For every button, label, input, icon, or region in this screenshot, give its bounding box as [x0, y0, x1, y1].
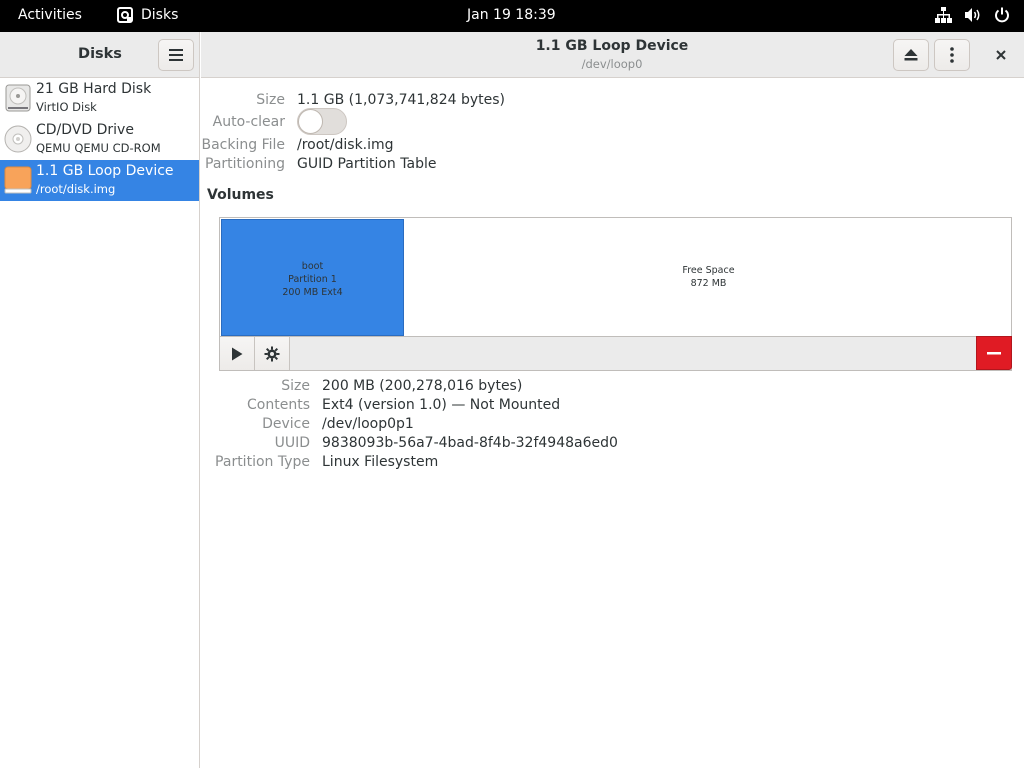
free-space-size: 872 MB: [690, 278, 727, 289]
sidebar-header: Disks: [0, 32, 199, 78]
volume-map: boot Partition 1 200 MB Ext4 Free Space …: [219, 217, 1012, 337]
free-space-block[interactable]: Free Space 872 MB: [406, 219, 1011, 336]
volume-toolbar: [219, 336, 1012, 371]
system-tray[interactable]: [935, 7, 1010, 23]
content-header: 1.1 GB Loop Device /dev/loop0: [201, 32, 1024, 78]
disk-subtitle: QEMU QEMU CD-ROM: [36, 141, 161, 155]
disk-name: 21 GB Hard Disk: [36, 81, 152, 97]
more-options-icon: [950, 47, 954, 63]
eject-button[interactable]: [893, 39, 929, 71]
partition-boot-block[interactable]: boot Partition 1 200 MB Ext4: [221, 219, 404, 336]
autoclear-toggle[interactable]: [297, 108, 347, 135]
drive-size-label: Size: [256, 92, 285, 108]
delete-partition-button[interactable]: [976, 336, 1012, 370]
partition-type-label: Partition Type: [215, 454, 310, 470]
network-icon: [935, 7, 952, 23]
partition-options-button[interactable]: [255, 337, 290, 370]
optical-drive-icon: [4, 125, 32, 153]
sidebar: Disks 21 GB Hard Disk VirtIO Disk CD/DVD…: [0, 32, 200, 768]
sidebar-item-hard-disk[interactable]: 21 GB Hard Disk VirtIO Disk: [0, 78, 199, 119]
partition-uuid-value: 9838093b-56a7-4bad-8f4b-32f4948a6ed0: [322, 435, 618, 451]
partition-size-label: Size: [281, 378, 310, 394]
sidebar-item-cd-dvd-drive[interactable]: CD/DVD Drive QEMU QEMU CD-ROM: [0, 119, 199, 160]
play-icon: [232, 347, 243, 360]
hard-disk-icon: [5, 84, 31, 112]
disk-name: 1.1 GB Loop Device: [36, 163, 174, 179]
disk-name: CD/DVD Drive: [36, 122, 134, 138]
disks-app-icon: [117, 7, 133, 23]
partition-device-label: Device: [262, 416, 310, 432]
gear-icon: [264, 346, 280, 361]
disks-window: Disks 21 GB Hard Disk VirtIO Disk CD/DVD…: [0, 32, 1024, 768]
volume-icon: [965, 8, 980, 22]
partition-device-value: /dev/loop0p1: [322, 416, 414, 432]
partitioning-label: Partitioning: [205, 156, 285, 172]
minus-icon: [987, 351, 1001, 354]
partition-size-value: 200 MB (200,278,016 bytes): [322, 378, 523, 394]
eject-icon: [904, 49, 918, 61]
main-menu-button[interactable]: [158, 39, 194, 71]
partition-contents-value: Ext4 (version 1.0) — Not Mounted: [322, 397, 561, 413]
power-icon: [995, 7, 1009, 23]
hamburger-menu-icon: [169, 49, 183, 61]
partition-uuid-label: UUID: [274, 435, 310, 451]
volumes-heading: Volumes: [207, 187, 274, 203]
partitioning-value: GUID Partition Table: [297, 156, 437, 172]
disk-subtitle: /root/disk.img: [36, 182, 116, 196]
free-space-label: Free Space: [682, 265, 735, 276]
backing-file-value: /root/disk.img: [297, 137, 394, 153]
sidebar-item-loop-device[interactable]: 1.1 GB Loop Device /root/disk.img: [0, 160, 199, 201]
activities-button[interactable]: Activities: [18, 7, 82, 23]
app-name: Disks: [141, 7, 179, 23]
autoclear-label: Auto-clear: [212, 114, 285, 130]
close-icon: [996, 50, 1006, 60]
clock[interactable]: Jan 19 18:39: [467, 7, 556, 23]
partition-size-fs: 200 MB Ext4: [282, 287, 343, 298]
loop-device-icon: [4, 166, 32, 194]
partition-type-value: Linux Filesystem: [322, 454, 439, 470]
disk-subtitle: VirtIO Disk: [36, 100, 97, 114]
mount-button[interactable]: [220, 337, 255, 370]
app-menu[interactable]: Disks: [117, 7, 178, 23]
partition-name: boot: [301, 261, 324, 272]
window-close-button[interactable]: [987, 39, 1015, 71]
drive-size-value: 1.1 GB (1,073,741,824 bytes): [297, 92, 505, 108]
drive-options-button[interactable]: [934, 39, 970, 71]
backing-file-label: Backing File: [201, 137, 285, 153]
partition-contents-label: Contents: [247, 397, 310, 413]
drive-details: Size 1.1 GB (1,073,741,824 bytes) Auto-c…: [201, 79, 1024, 768]
top-bar: Activities Disks Jan 19 18:39: [0, 0, 1024, 32]
toggle-knob: [298, 109, 323, 134]
partition-number: Partition 1: [288, 274, 337, 285]
